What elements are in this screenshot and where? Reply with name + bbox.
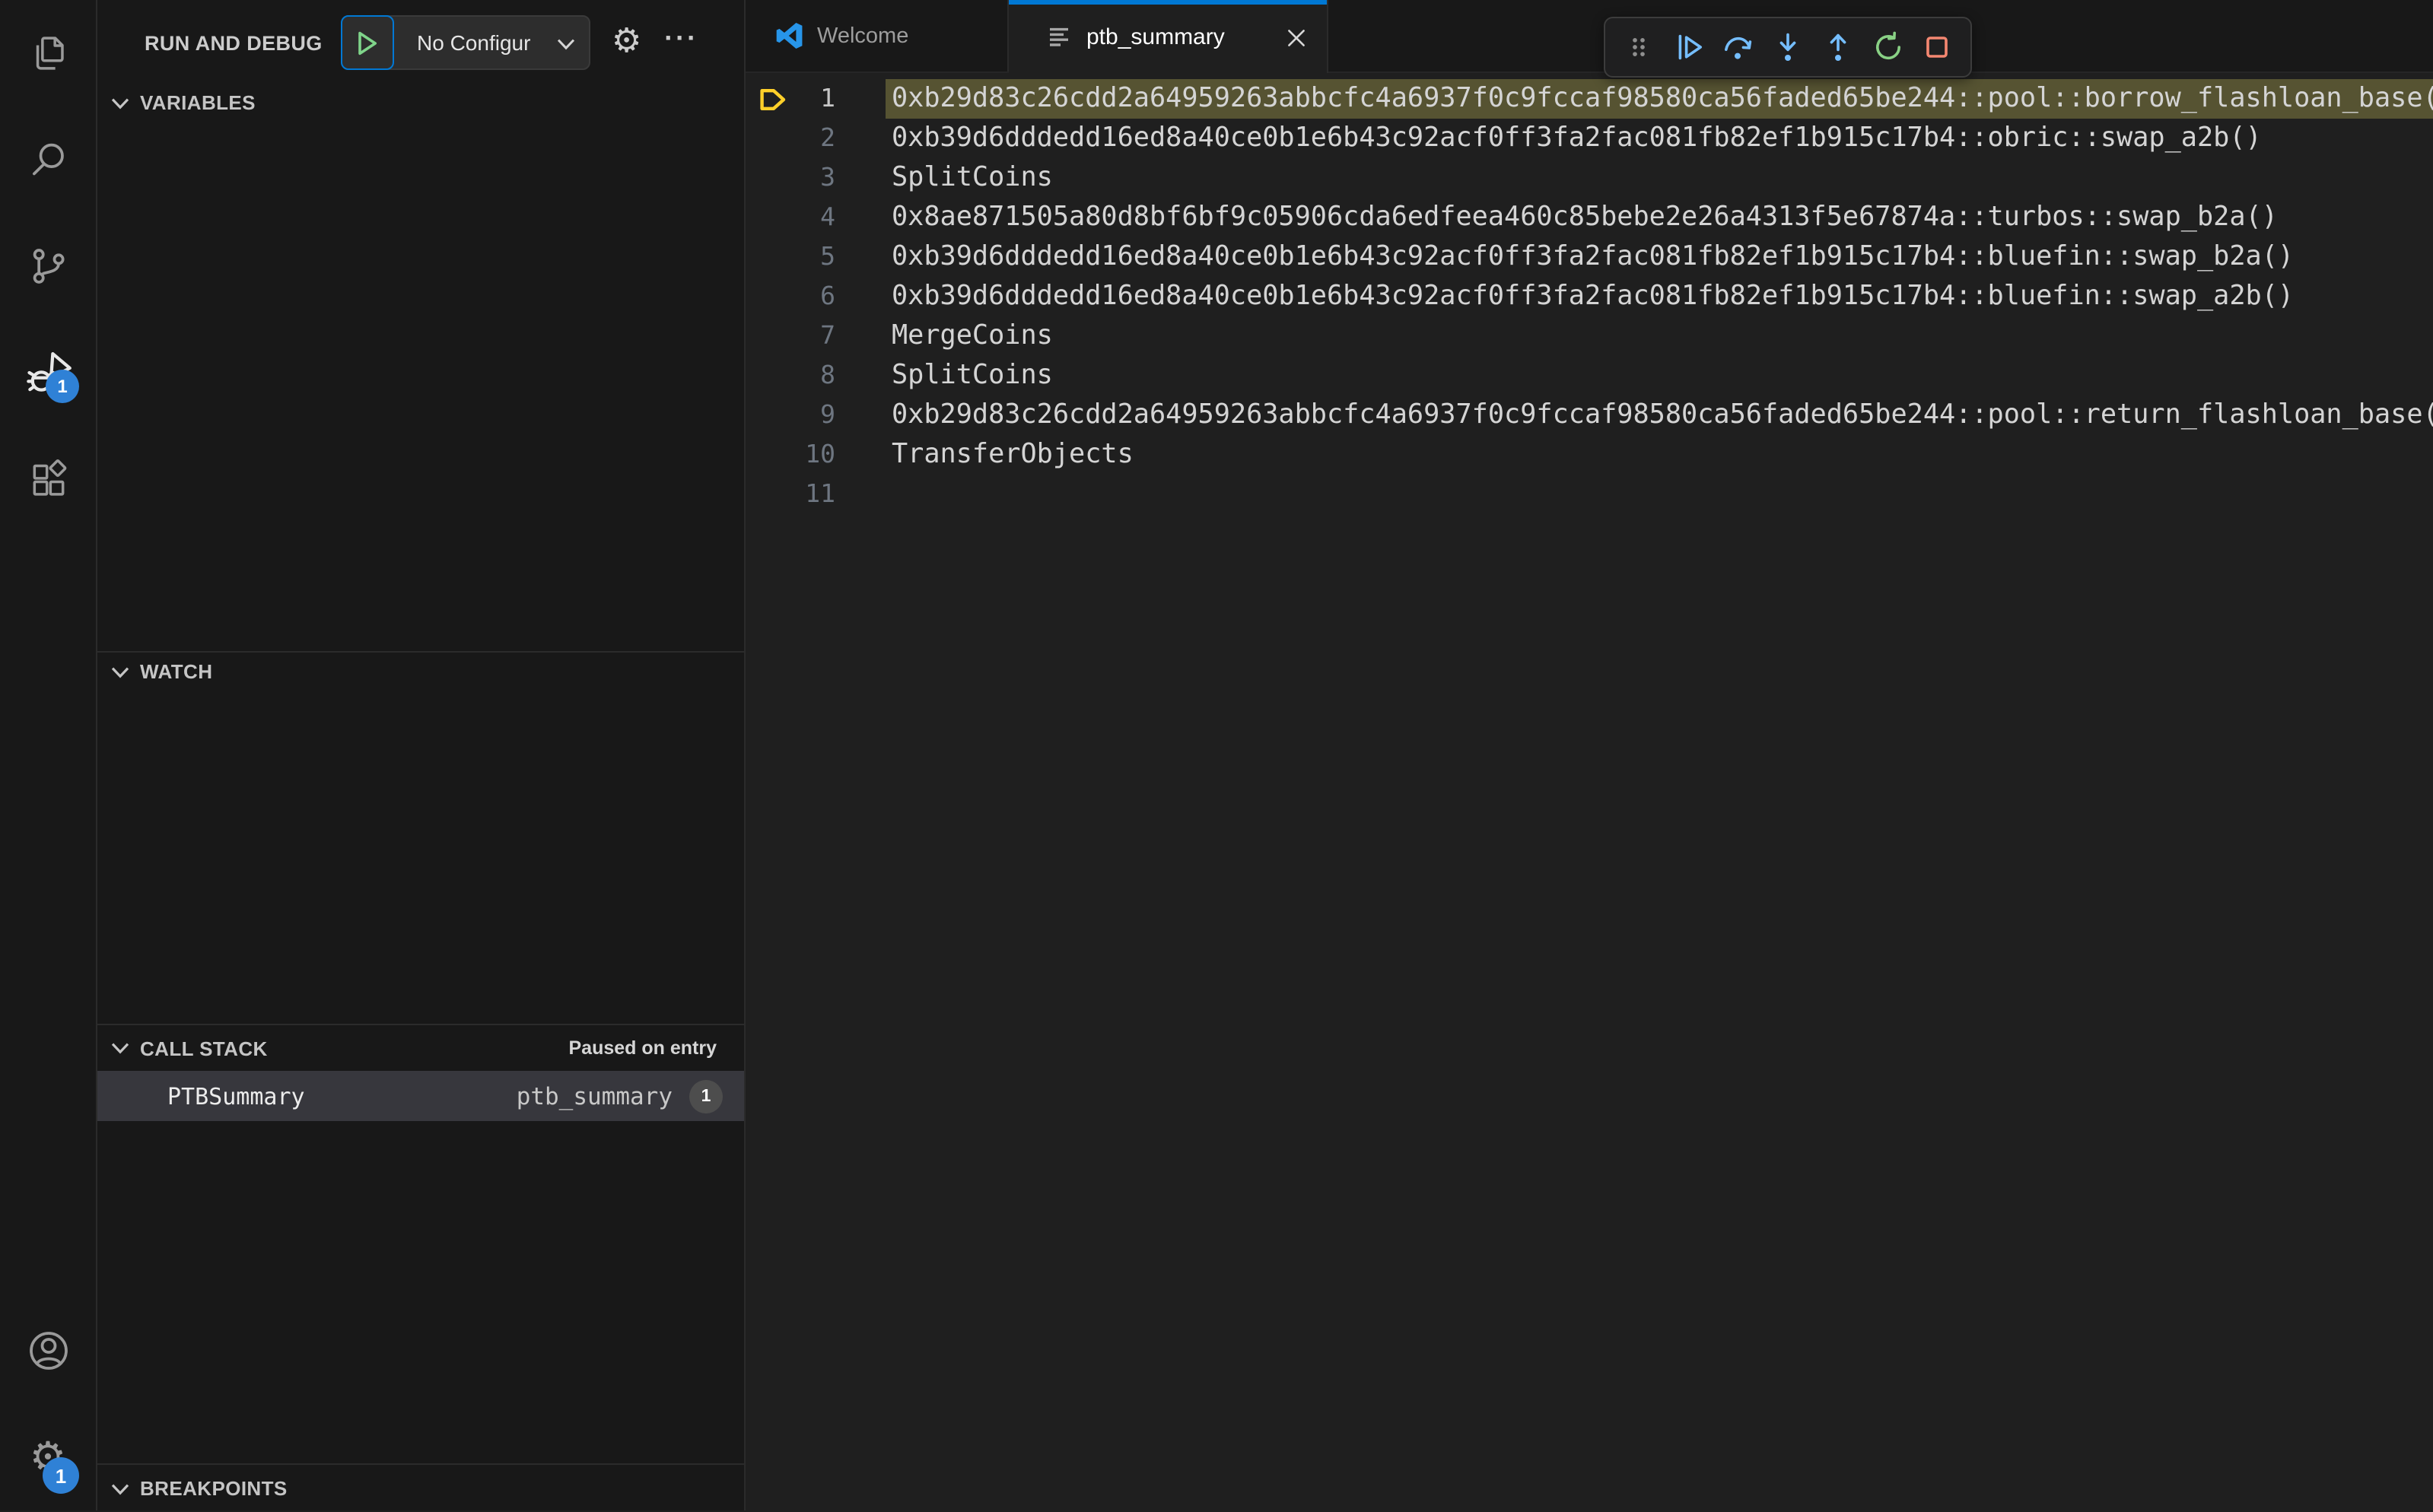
call-stack-label: CALL STACK — [140, 1037, 268, 1059]
line-text[interactable]: 0xb29d83c26cdd2a64959263abbcfc4a6937f0c9… — [886, 79, 2433, 119]
line-text[interactable]: 0x8ae871505a80d8bf6bf9c05906cda6edfeea46… — [886, 198, 2433, 237]
settings-badge: 1 — [43, 1457, 79, 1494]
debug-settings-gear-icon[interactable]: ⚙ — [612, 25, 641, 59]
debug-config-dropdown[interactable]: No Configur — [340, 15, 590, 70]
call-stack-header[interactable]: CALL STACK Paused on entry — [97, 1025, 744, 1071]
line-text[interactable]: SplitCoins — [886, 356, 2433, 395]
start-debugging-icon — [358, 30, 377, 55]
chevron-down-icon — [111, 665, 129, 678]
chevron-down-icon — [111, 1042, 129, 1054]
variables-section: VARIABLES — [97, 85, 744, 651]
breakpoints-section: BREAKPOINTS — [97, 1463, 744, 1510]
run-and-debug-sidebar: RUN AND DEBUG No Configur ⚙ ··· VARIABLE… — [97, 0, 746, 1510]
activitybar-extensions[interactable] — [0, 426, 96, 532]
activity-bar: 1 ⚙ 1 — [0, 0, 97, 1510]
tab-ptb-summary-label: ptb_summary — [1086, 24, 1225, 49]
paused-status: Paused on entry — [568, 1037, 717, 1059]
tab-ptb-summary[interactable]: ptb_summary — [1009, 0, 1328, 73]
line-text[interactable]: 0xb39d6dddedd16ed8a40ce0b1e6b43c92acf0ff… — [886, 277, 2433, 316]
line-number[interactable]: 11 — [746, 475, 835, 514]
line-number[interactable]: 7 — [746, 316, 835, 356]
activitybar-source-control[interactable] — [0, 213, 96, 319]
start-debugging-button[interactable] — [340, 15, 394, 70]
search-icon — [27, 138, 69, 181]
debug-config-value[interactable]: No Configur — [394, 30, 554, 55]
more-actions-icon[interactable]: ··· — [664, 24, 698, 55]
tab-bar: Welcome ptb_summary — [746, 0, 2433, 73]
chevron-down-icon — [111, 1482, 129, 1495]
current-line-arrow-icon — [758, 87, 788, 113]
variables-label: VARIABLES — [140, 91, 256, 114]
activitybar-settings[interactable]: ⚙ 1 — [0, 1404, 96, 1510]
stop-icon[interactable] — [1915, 26, 1961, 68]
code-line[interactable]: 9 0xb29d83c26cdd2a64959263abbcfc4a6937f0… — [746, 395, 2433, 435]
code-line[interactable]: 8 SplitCoins — [746, 356, 2433, 395]
line-text[interactable]: SplitCoins — [886, 158, 2433, 198]
stack-frame-name: PTBSummary — [167, 1082, 305, 1110]
code-line[interactable]: 3 SplitCoins — [746, 158, 2433, 198]
watch-label: WATCH — [140, 660, 213, 683]
code-line[interactable]: 11 — [746, 475, 2433, 514]
tab-welcome[interactable]: Welcome — [746, 0, 1009, 71]
code-line[interactable]: 10 TransferObjects — [746, 435, 2433, 475]
files-icon — [27, 32, 69, 75]
code-line[interactable]: 6 0xb39d6dddedd16ed8a40ce0b1e6b43c92acf0… — [746, 277, 2433, 316]
line-number[interactable]: 4 — [746, 198, 835, 237]
continue-icon[interactable] — [1665, 26, 1711, 68]
watch-section: WATCH — [97, 651, 744, 1024]
stack-frame-badge: 1 — [689, 1079, 723, 1113]
line-number[interactable]: 9 — [746, 395, 835, 435]
list-file-icon — [1048, 25, 1071, 48]
line-text[interactable]: MergeCoins — [886, 316, 2433, 356]
chevron-down-icon[interactable] — [557, 38, 575, 50]
debug-toolbar-drag-handle[interactable] — [1616, 26, 1662, 68]
extensions-icon — [27, 458, 69, 500]
stack-frame-row[interactable]: PTBSummary ptb_summary 1 — [97, 1071, 744, 1121]
code-line[interactable]: 7 MergeCoins — [746, 316, 2433, 356]
vscode-window: 1 ⚙ 1 RUN AND DEBUG No Configur ⚙ ··· VA… — [0, 0, 2433, 1510]
variables-header[interactable]: VARIABLES — [97, 85, 744, 120]
stack-frame-source: ptb_summary — [516, 1082, 673, 1110]
source-control-icon — [27, 245, 69, 287]
account-icon — [25, 1328, 71, 1374]
breakpoints-header[interactable]: BREAKPOINTS — [97, 1465, 744, 1512]
call-stack-section: CALL STACK Paused on entry PTBSummary pt… — [97, 1024, 744, 1463]
close-icon[interactable] — [1286, 25, 1307, 48]
line-number[interactable]: 3 — [746, 158, 835, 198]
step-into-icon[interactable] — [1765, 26, 1811, 68]
line-number[interactable]: 10 — [746, 435, 835, 475]
line-number[interactable]: 8 — [746, 356, 835, 395]
line-text[interactable]: 0xb39d6dddedd16ed8a40ce0b1e6b43c92acf0ff… — [886, 119, 2433, 158]
editor-group: Welcome ptb_summary 1 0xb29d83c26cdd2a64… — [746, 0, 2433, 1510]
tab-welcome-label: Welcome — [817, 24, 909, 48]
line-text[interactable] — [886, 475, 2433, 514]
line-number[interactable]: 2 — [746, 119, 835, 158]
line-text[interactable]: 0xb29d83c26cdd2a64959263abbcfc4a6937f0c9… — [886, 395, 2433, 435]
activitybar-search[interactable] — [0, 106, 96, 213]
debug-sessions-badge: 1 — [46, 370, 79, 403]
watch-header[interactable]: WATCH — [97, 653, 744, 691]
line-text[interactable]: TransferObjects — [886, 435, 2433, 475]
restart-icon[interactable] — [1865, 26, 1910, 68]
chevron-down-icon — [111, 97, 129, 109]
sidebar-toolbar: RUN AND DEBUG No Configur ⚙ ··· — [97, 0, 744, 85]
activitybar-explorer[interactable] — [0, 0, 96, 106]
vscode-logo-icon — [774, 21, 803, 50]
activitybar-run-and-debug[interactable]: 1 — [0, 319, 96, 426]
code-line[interactable]: 5 0xb39d6dddedd16ed8a40ce0b1e6b43c92acf0… — [746, 237, 2433, 277]
code-line[interactable]: 1 0xb29d83c26cdd2a64959263abbcfc4a6937f0… — [746, 79, 2433, 119]
line-number[interactable]: 5 — [746, 237, 835, 277]
step-out-icon[interactable] — [1815, 26, 1861, 68]
code-editor[interactable]: 1 0xb29d83c26cdd2a64959263abbcfc4a6937f0… — [746, 73, 2433, 1510]
debug-toolbar — [1604, 17, 1972, 78]
activitybar-accounts[interactable] — [0, 1298, 96, 1404]
breakpoints-label: BREAKPOINTS — [140, 1477, 288, 1500]
step-over-icon[interactable] — [1716, 26, 1761, 68]
line-number[interactable]: 6 — [746, 277, 835, 316]
sidebar-title: RUN AND DEBUG — [145, 31, 323, 54]
code-line[interactable]: 4 0x8ae871505a80d8bf6bf9c05906cda6edfeea… — [746, 198, 2433, 237]
code-line[interactable]: 2 0xb39d6dddedd16ed8a40ce0b1e6b43c92acf0… — [746, 119, 2433, 158]
line-text[interactable]: 0xb39d6dddedd16ed8a40ce0b1e6b43c92acf0ff… — [886, 237, 2433, 277]
